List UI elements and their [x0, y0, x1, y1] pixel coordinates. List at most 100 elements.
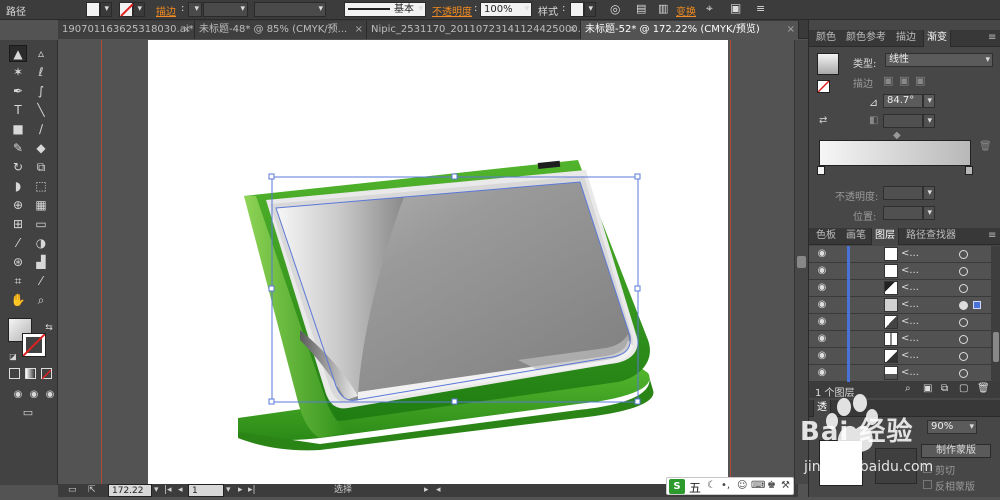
ime-moon-icon[interactable]: ☾ [707, 480, 716, 491]
variable-width-dropdown[interactable] [254, 2, 326, 17]
ime-mode-char[interactable]: 五 [689, 479, 701, 496]
panel-menu-icon[interactable]: ≡ [985, 30, 999, 47]
gradient-location-field[interactable] [883, 206, 923, 220]
tab-color-guide[interactable]: 颜色参考 [843, 30, 889, 47]
tab-swatches[interactable]: 色板 [813, 228, 839, 245]
close-icon[interactable]: × [569, 21, 577, 38]
pencil-tool-icon[interactable]: ✎ [9, 140, 27, 157]
gradient-tool-icon[interactable]: ▭ [32, 216, 50, 233]
layers-scrollbar[interactable] [991, 246, 1000, 382]
gradient-aspect-dropdown[interactable] [923, 114, 935, 128]
gradient-stroke-swatch[interactable] [817, 80, 830, 93]
panel-menu-icon[interactable]: ≡ [756, 2, 765, 15]
eye-icon[interactable]: ◉ [815, 299, 829, 311]
layer-row[interactable]: ◉ <... [809, 331, 991, 348]
reverse-gradient-icon[interactable]: ⇄ [819, 115, 827, 126]
layer-row[interactable]: ◉ <... [809, 297, 991, 314]
invert-mask-checkbox[interactable] [923, 480, 932, 489]
gradient-slider[interactable] [819, 140, 971, 166]
artboard-number-field[interactable]: 1 [188, 484, 224, 497]
gradient-angle-field[interactable]: 84.7° [883, 94, 923, 108]
eye-icon[interactable]: ◉ [815, 350, 829, 362]
eye-icon[interactable]: ◉ [815, 248, 829, 260]
selection-tool-icon[interactable]: ▲ [9, 45, 27, 62]
rotate-tool-icon[interactable]: ↻ [9, 159, 27, 176]
scale-tool-icon[interactable]: ⧉ [32, 159, 50, 176]
transform-icon[interactable]: ⌖ [706, 1, 713, 16]
close-icon[interactable]: × [787, 21, 795, 38]
brush-style-dropdown[interactable]: 基本 [344, 2, 426, 17]
fill-swatch[interactable] [86, 2, 100, 17]
new-sublayer-icon[interactable]: ⧉ [941, 383, 948, 394]
recolor-icon[interactable]: ◎ [610, 2, 620, 16]
canvas[interactable] [58, 40, 794, 484]
clip-checkbox[interactable] [923, 464, 932, 473]
next-artboard-icon[interactable]: ▸ [238, 484, 243, 497]
default-colors-icon[interactable]: ◪ [4, 348, 22, 365]
target-circle-icon[interactable] [959, 267, 968, 276]
layers-scroll-thumb[interactable] [993, 332, 999, 362]
layer-row[interactable]: ◉ <... [809, 314, 991, 331]
line-tool-icon[interactable]: ╲ [32, 102, 50, 119]
none-mode-icon[interactable] [41, 368, 52, 380]
status-menu-icon[interactable]: ▸ [424, 484, 429, 497]
type-tool-icon[interactable]: T [9, 102, 27, 119]
target-circle-icon[interactable] [959, 335, 968, 344]
gradient-stop-right[interactable] [965, 166, 973, 175]
target-circle-icon[interactable] [959, 250, 968, 259]
zoom-dropdown-icon[interactable]: ▾ [154, 484, 159, 497]
gradient-type-dropdown[interactable]: 线性 [885, 53, 993, 67]
make-mask-button[interactable]: 制作蒙版 [921, 444, 991, 458]
tab-document-2[interactable]: 未标题-48* @ 85% (CMYK/预... × [195, 21, 367, 39]
gradient-location-dropdown[interactable] [923, 206, 935, 220]
stroke-weight-field[interactable] [203, 2, 248, 17]
target-circle-icon[interactable] [959, 318, 968, 327]
layer-row[interactable]: ◉ <... [809, 263, 991, 280]
stroke-swatch[interactable] [119, 2, 134, 17]
ime-emoji-icon[interactable]: ☺ [737, 480, 747, 491]
artboard-dropdown-icon[interactable]: ▾ [226, 484, 231, 497]
color-mode-icon[interactable] [9, 368, 20, 379]
target-circle-icon[interactable] [959, 369, 968, 378]
lasso-tool-icon[interactable]: ℓ [32, 64, 50, 81]
clipping-mask-icon[interactable]: ▣ [923, 383, 932, 394]
free-transform-tool-icon[interactable]: ⬚ [32, 178, 50, 195]
ime-logo-icon[interactable]: S [669, 479, 685, 494]
tab-brushes[interactable]: 画笔 [843, 228, 869, 245]
scroll-thumb[interactable] [797, 256, 806, 268]
document-setup-icon[interactable]: ▤ [636, 2, 646, 15]
tab-document-active[interactable]: 未标题-52* @ 172.22% (CMYK/预览) × [581, 21, 799, 39]
tab-document-1[interactable]: 190701163625318030.ai* × [58, 21, 195, 39]
ime-punctuation-icon[interactable]: •, [721, 480, 730, 491]
zoom-tool-icon[interactable]: ⌕ [32, 292, 50, 309]
eye-icon[interactable]: ◉ [815, 265, 829, 277]
share-icon[interactable]: ⇱ [88, 484, 96, 497]
gradient-aspect-field[interactable] [883, 114, 923, 128]
column-graph-tool-icon[interactable]: ▟ [32, 254, 50, 271]
graphic-style-dropdown[interactable] [584, 2, 596, 17]
tab-color[interactable]: 颜色 [813, 30, 839, 47]
perspective-grid-tool-icon[interactable]: ▦ [32, 197, 50, 214]
scroll-left-icon[interactable]: ◂ [436, 484, 441, 497]
stroke-weight-stepper[interactable] [188, 2, 202, 17]
swap-colors-icon[interactable]: ⇆ [40, 320, 58, 337]
mesh-tool-icon[interactable]: ⊞ [9, 216, 27, 233]
opacity-label[interactable]: 不透明度 [432, 3, 472, 18]
eye-icon[interactable]: ◉ [815, 282, 829, 294]
blend-tool-icon[interactable]: ◑ [32, 235, 50, 252]
draw-inside-icon[interactable]: ◉ [41, 386, 59, 403]
selected-art-indicator[interactable] [973, 301, 981, 309]
target-circle-icon[interactable] [959, 284, 968, 293]
vertical-scrollbar[interactable] [794, 40, 808, 484]
screen-mode-icon[interactable]: ▭ [19, 404, 37, 421]
slice-tool-icon[interactable]: ⁄ [32, 273, 50, 290]
close-icon[interactable]: × [355, 21, 363, 38]
artwork[interactable] [58, 40, 794, 484]
gradient-preview-swatch[interactable] [817, 53, 839, 75]
close-icon[interactable]: × [183, 21, 191, 38]
shape-builder-tool-icon[interactable]: ⊕ [9, 197, 27, 214]
gradient-opacity-field[interactable] [883, 186, 923, 200]
tab-pathfinder[interactable]: 路径查找器 [903, 228, 959, 245]
layer-row[interactable]: ◉ <... [809, 280, 991, 297]
tab-transparency[interactable]: 透 [813, 400, 831, 417]
